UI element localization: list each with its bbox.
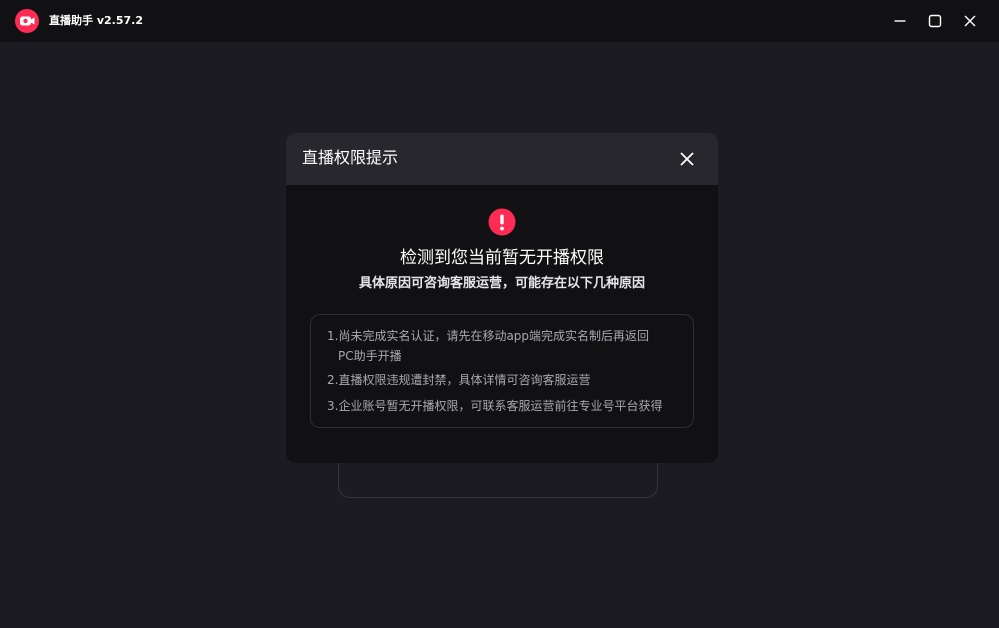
camera-icon <box>15 9 39 33</box>
list-item: 3.企业账号暂无开播权限，可联系客服运营前往专业号平台获得 <box>327 396 687 416</box>
reason-text: 3.企业账号暂无开播权限，可联系客服运营前往专业号平台获得 <box>327 399 663 413</box>
dialog-heading: 检测到您当前暂无开播权限 <box>400 248 604 268</box>
maximize-icon <box>928 14 942 28</box>
app-title: 直播助手 v2.57.2 <box>49 14 143 27</box>
close-icon <box>964 15 976 27</box>
maximize-button[interactable] <box>922 8 948 34</box>
title-bar: 直播助手 v2.57.2 <box>0 0 999 42</box>
reason-text-continued: PC助手开播 <box>338 349 402 363</box>
reasons-list: 1.尚未完成实名认证，请先在移动app端完成实名制后再返回 PC助手开播 2.直… <box>310 314 694 428</box>
minimize-icon <box>894 20 906 22</box>
dialog-close-button[interactable] <box>675 147 699 171</box>
exclamation-icon <box>488 208 516 236</box>
list-item: 2.直播权限违规遭封禁，具体详情可咨询客服运营 <box>327 370 687 390</box>
window-close-button[interactable] <box>957 8 983 34</box>
dialog-subheading: 具体原因可咨询客服运营，可能存在以下几种原因 <box>358 276 645 291</box>
reason-text: 2.直播权限违规遭封禁，具体详情可咨询客服运营 <box>327 373 591 387</box>
list-item: 1.尚未完成实名认证，请先在移动app端完成实名制后再返回 PC助手开播 <box>327 326 687 366</box>
dialog-title: 直播权限提示 <box>302 148 399 167</box>
dialog-header: 直播权限提示 <box>286 133 718 185</box>
close-icon <box>680 152 694 166</box>
permission-dialog: 直播权限提示 检测到您当前暂无开播权限 具体原因可咨询客服运营，可能存在以下几种… <box>286 133 718 463</box>
reason-text: 1.尚未完成实名认证，请先在移动app端完成实名制后再返回 <box>327 329 650 343</box>
minimize-button[interactable] <box>887 8 913 34</box>
